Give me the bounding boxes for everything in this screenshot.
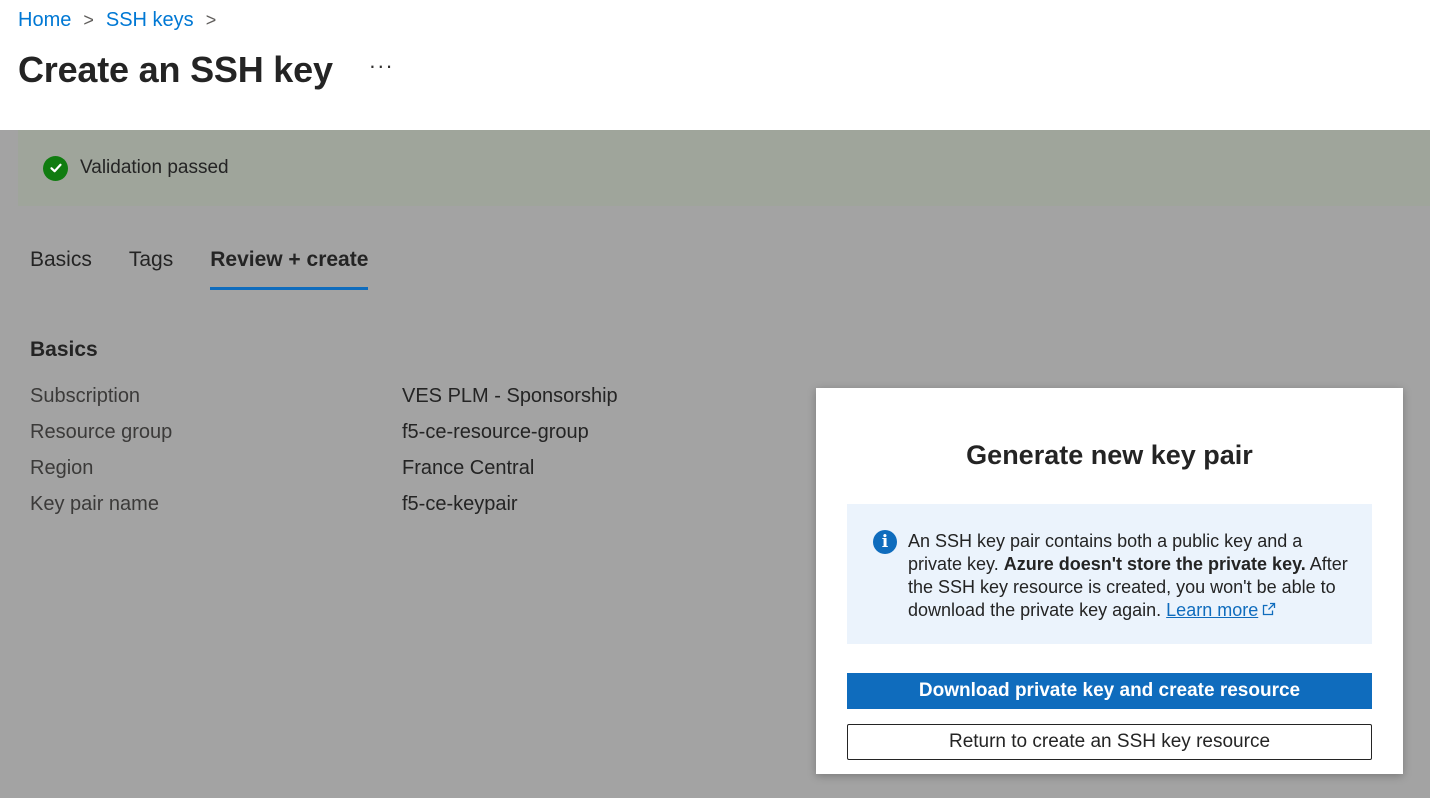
summary-label: Resource group <box>30 420 173 443</box>
breadcrumb-home-link[interactable]: Home <box>18 9 71 32</box>
more-options-button[interactable]: ··· <box>369 55 394 77</box>
bottom-strip <box>0 798 1430 803</box>
summary-label: Key pair name <box>30 492 159 515</box>
validation-text: Validation passed <box>80 157 229 178</box>
return-to-create-button[interactable]: Return to create an SSH key resource <box>847 724 1372 760</box>
info-message-bar: i An SSH key pair contains both a public… <box>847 504 1372 644</box>
basics-summary: Subscription VES PLM - Sponsorship Resou… <box>30 378 618 522</box>
info-text-bold: Azure doesn't store the private key. <box>1003 554 1306 574</box>
download-private-key-button[interactable]: Download private key and create resource <box>847 673 1372 709</box>
chevron-right-icon: > <box>205 9 217 30</box>
checkmark-circle-icon <box>43 155 68 181</box>
summary-row-key-pair-name: Key pair name f5-ce-keypair <box>30 486 618 522</box>
tab-bar: Basics Tags Review + create <box>30 248 405 290</box>
summary-row-subscription: Subscription VES PLM - Sponsorship <box>30 378 618 414</box>
tab-basics[interactable]: Basics <box>30 248 92 290</box>
summary-label: Region <box>30 456 94 479</box>
summary-value: France Central <box>402 456 535 479</box>
section-title-basics: Basics <box>30 338 98 361</box>
dialog-title: Generate new key pair <box>966 440 1253 470</box>
page-title: Create an SSH key <box>18 49 333 90</box>
breadcrumb: Home > SSH keys > <box>18 6 228 34</box>
generate-key-pair-dialog: Generate new key pair i An SSH key pair … <box>816 388 1403 774</box>
summary-value: f5-ce-keypair <box>402 492 518 515</box>
learn-more-link[interactable]: Learn more <box>1166 600 1258 620</box>
summary-value: f5-ce-resource-group <box>402 420 589 443</box>
info-icon: i <box>873 530 897 554</box>
summary-row-region: Region France Central <box>30 450 618 486</box>
validation-banner: Validation passed <box>18 130 1430 206</box>
tab-tags[interactable]: Tags <box>129 248 173 290</box>
breadcrumb-ssh-keys-link[interactable]: SSH keys <box>106 9 194 32</box>
summary-label: Subscription <box>30 384 141 407</box>
title-row: Create an SSH key ··· <box>18 44 394 96</box>
info-text: An SSH key pair contains both a public k… <box>908 530 1348 622</box>
external-link-icon <box>1262 599 1276 616</box>
tab-review-create[interactable]: Review + create <box>210 248 369 290</box>
summary-row-resource-group: Resource group f5-ce-resource-group <box>30 414 618 450</box>
chevron-right-icon: > <box>83 9 94 30</box>
summary-value: VES PLM - Sponsorship <box>402 384 618 407</box>
